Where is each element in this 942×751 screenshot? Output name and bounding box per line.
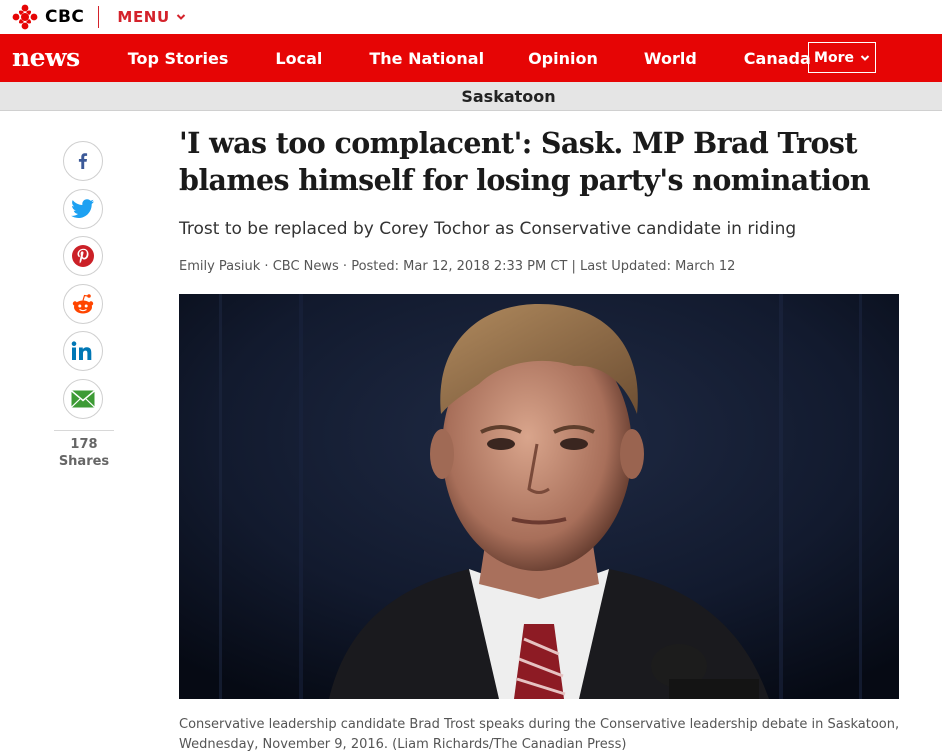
pinterest-icon	[72, 245, 94, 267]
top-bar: CBC MENU	[0, 0, 942, 34]
menu-label: MENU	[117, 8, 170, 26]
article-byline: Emily Pasiuk · CBC News · Posted: Mar 12…	[179, 259, 736, 274]
section-bar: Saskatoon	[0, 82, 942, 111]
share-column	[63, 141, 103, 426]
pinterest-share-button[interactable]	[63, 236, 103, 276]
share-count: 178 Shares	[54, 436, 114, 470]
chevron-down-icon	[860, 54, 870, 61]
menu-button[interactable]: MENU	[117, 8, 185, 26]
nav-item-opinion[interactable]: Opinion	[528, 49, 598, 68]
nav-item-top-stories[interactable]: Top Stories	[128, 49, 229, 68]
share-count-value: 178	[70, 437, 98, 452]
twitter-icon	[71, 198, 94, 218]
more-label: More	[814, 49, 854, 66]
section-title[interactable]: Saskatoon	[461, 87, 555, 106]
nav-item-canada[interactable]: Canada	[744, 49, 811, 68]
photo-illustration	[179, 294, 899, 699]
reddit-share-button[interactable]	[63, 283, 103, 324]
more-button[interactable]: More	[808, 42, 876, 73]
top-divider	[98, 6, 100, 28]
cbc-brand-label: CBC	[45, 7, 85, 27]
article-headline: 'I was too complacent': Sask. MP Brad Tr…	[179, 126, 871, 197]
email-icon	[71, 389, 95, 408]
nav-item-the-national[interactable]: The National	[369, 49, 484, 68]
article-deck: Trost to be replaced by Corey Tochor as …	[179, 219, 797, 239]
article-photo	[179, 294, 899, 699]
cbc-gem-icon	[12, 4, 38, 30]
email-share-button[interactable]	[63, 378, 103, 419]
nav-item-local[interactable]: Local	[275, 49, 322, 68]
share-count-label: Shares	[58, 454, 110, 469]
facebook-icon	[78, 153, 88, 169]
facebook-share-button[interactable]	[63, 141, 103, 181]
photo-caption: Conservative leadership candidate Brad T…	[179, 717, 900, 751]
main-nav: news Top Stories Local The National Opin…	[0, 34, 942, 82]
nav-item-world[interactable]: World	[644, 49, 697, 68]
chevron-down-icon	[176, 14, 185, 20]
share-divider	[54, 430, 114, 431]
news-logo[interactable]: news	[12, 43, 80, 72]
linkedin-icon	[71, 341, 92, 360]
reddit-icon	[72, 293, 94, 313]
twitter-share-button[interactable]	[63, 188, 103, 229]
linkedin-share-button[interactable]	[63, 331, 103, 371]
nav-items: Top Stories Local The National Opinion W…	[128, 49, 811, 68]
cbc-logo[interactable]: CBC	[12, 0, 84, 34]
